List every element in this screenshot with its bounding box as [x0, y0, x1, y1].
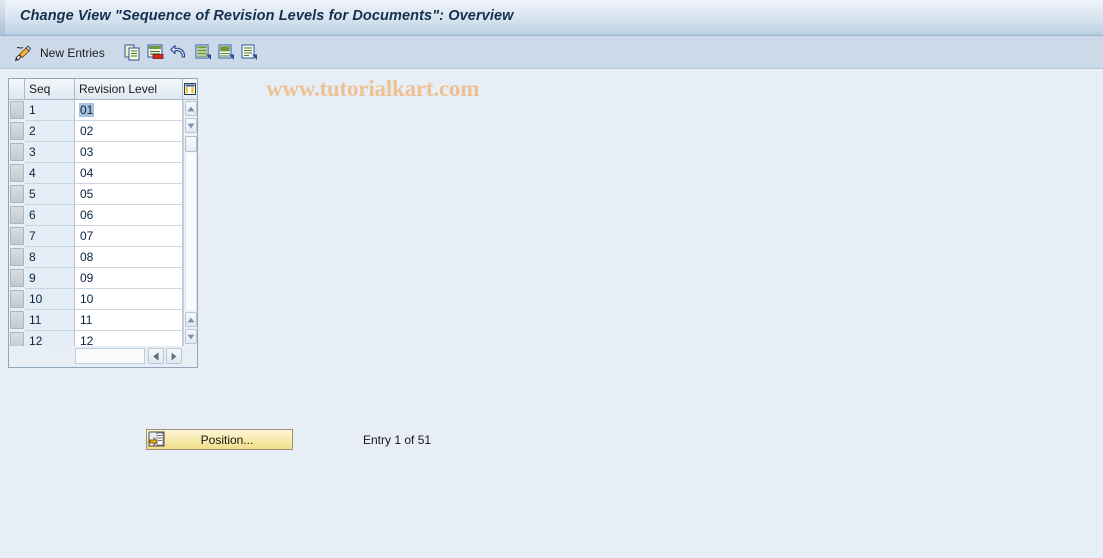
row-select-button[interactable] — [10, 164, 24, 182]
cell-revision-level[interactable]: 07 — [75, 226, 183, 247]
select-all-icon[interactable] — [195, 42, 212, 63]
cell-seq[interactable]: 8 — [25, 247, 75, 268]
cell-seq[interactable]: 5 — [25, 184, 75, 205]
cell-revision-level-value: 10 — [80, 292, 94, 306]
row-select-button[interactable] — [10, 143, 24, 161]
scrollbar-thumb[interactable] — [185, 136, 197, 152]
table-row[interactable]: 10 10 — [9, 289, 197, 310]
row-select-button[interactable] — [10, 290, 24, 308]
new-entries-button[interactable]: New Entries — [40, 42, 105, 63]
row-select-button[interactable] — [10, 101, 24, 119]
cell-revision-level-value: 03 — [80, 145, 94, 159]
table-header-row: Seq Revision Level — [9, 79, 197, 100]
delete-row-icon[interactable] — [147, 42, 164, 63]
table-row[interactable]: 11 11 — [9, 310, 197, 331]
column-header-revision-level[interactable]: Revision Level — [75, 79, 183, 100]
cell-seq[interactable]: 9 — [25, 268, 75, 289]
cell-revision-level-value: 07 — [80, 229, 94, 243]
cell-revision-level[interactable]: 09 — [75, 268, 183, 289]
page-title: Change View "Sequence of Revision Levels… — [20, 8, 514, 24]
row-select-button[interactable] — [10, 227, 24, 245]
position-button[interactable]: Position... — [146, 429, 293, 450]
cell-revision-level-value: 06 — [80, 208, 94, 222]
cell-seq[interactable]: 10 — [25, 289, 75, 310]
cell-revision-level-value: 01 — [79, 103, 95, 117]
scroll-page-up-icon[interactable] — [185, 312, 197, 327]
cell-revision-level-value: 04 — [80, 166, 94, 180]
window-title-bar: Change View "Sequence of Revision Levels… — [0, 0, 1103, 36]
table-row[interactable]: 2 02 — [9, 121, 197, 142]
row-select-button[interactable] — [10, 269, 24, 287]
scroll-left-icon[interactable] — [148, 348, 164, 364]
table-row[interactable]: 3 03 — [9, 142, 197, 163]
row-select-button[interactable] — [10, 206, 24, 224]
title-bar-accent — [0, 0, 5, 35]
application-toolbar: New Entries www.tutorialkart.com — [0, 36, 1103, 101]
position-icon — [148, 431, 166, 448]
cell-revision-level[interactable]: 06 — [75, 205, 183, 226]
table-body: 1 01 2 02 3 03 4 04 5 05 6 06 7 07 8 08 9 09 10 10 11 11 12 12 — [9, 100, 197, 352]
cell-revision-level-value: 11 — [80, 313, 93, 327]
cell-revision-level[interactable]: 02 — [75, 121, 183, 142]
pencil-icon[interactable] — [14, 42, 33, 63]
cell-seq[interactable]: 2 — [25, 121, 75, 142]
details-icon[interactable] — [241, 42, 258, 63]
table-row[interactable]: 4 04 — [9, 163, 197, 184]
cell-revision-level-value: 08 — [80, 250, 94, 264]
table-row[interactable]: 7 07 — [9, 226, 197, 247]
table-settings-icon[interactable] — [183, 79, 197, 100]
cell-seq[interactable]: 1 — [25, 100, 75, 121]
cell-revision-level-value: 09 — [80, 271, 94, 285]
column-header-seq[interactable]: Seq — [25, 79, 75, 100]
revision-levels-table: Seq Revision Level 1 01 2 02 3 03 4 04 5 05 6 06 7 07… — [8, 78, 198, 368]
horizontal-scrollbar-track[interactable] — [75, 348, 145, 364]
table-horizontal-scrollbar[interactable] — [9, 346, 197, 367]
cell-revision-level[interactable]: 10 — [75, 289, 183, 310]
copy-icon[interactable] — [124, 42, 141, 63]
select-all-column-header[interactable] — [9, 79, 25, 100]
cell-seq[interactable]: 4 — [25, 163, 75, 184]
cell-seq[interactable]: 7 — [25, 226, 75, 247]
row-select-button[interactable] — [10, 122, 24, 140]
position-button-label: Position... — [200, 432, 254, 447]
cell-revision-level[interactable]: 11 — [75, 310, 183, 331]
row-select-button[interactable] — [10, 185, 24, 203]
watermark-text: www.tutorialkart.com — [266, 76, 480, 101]
table-vertical-scrollbar[interactable] — [183, 100, 197, 346]
scroll-up-icon[interactable] — [185, 101, 197, 116]
cell-revision-level[interactable]: 01 — [75, 100, 183, 121]
scroll-down-icon[interactable] — [185, 118, 197, 133]
scroll-right-icon[interactable] — [166, 348, 182, 364]
cell-revision-level-value: 02 — [80, 124, 94, 138]
cell-seq[interactable]: 3 — [25, 142, 75, 163]
table-row[interactable]: 5 05 — [9, 184, 197, 205]
scrollbar-track[interactable] — [185, 153, 197, 310]
cell-revision-level[interactable]: 03 — [75, 142, 183, 163]
table-row[interactable]: 6 06 — [9, 205, 197, 226]
scroll-page-down-icon[interactable] — [185, 329, 197, 344]
table-row[interactable]: 1 01 — [9, 100, 197, 121]
cell-revision-level[interactable]: 04 — [75, 163, 183, 184]
table-row[interactable]: 9 09 — [9, 268, 197, 289]
entry-status-text: Entry 1 of 51 — [363, 433, 432, 447]
row-select-button[interactable] — [10, 248, 24, 266]
cell-revision-level[interactable]: 05 — [75, 184, 183, 205]
cell-seq[interactable]: 11 — [25, 310, 75, 331]
undo-icon[interactable] — [170, 42, 188, 63]
cell-revision-level-value: 05 — [80, 187, 94, 201]
table-row[interactable]: 8 08 — [9, 247, 197, 268]
deselect-all-icon[interactable] — [218, 42, 235, 63]
row-select-button[interactable] — [10, 311, 24, 329]
cell-revision-level[interactable]: 08 — [75, 247, 183, 268]
cell-seq[interactable]: 6 — [25, 205, 75, 226]
